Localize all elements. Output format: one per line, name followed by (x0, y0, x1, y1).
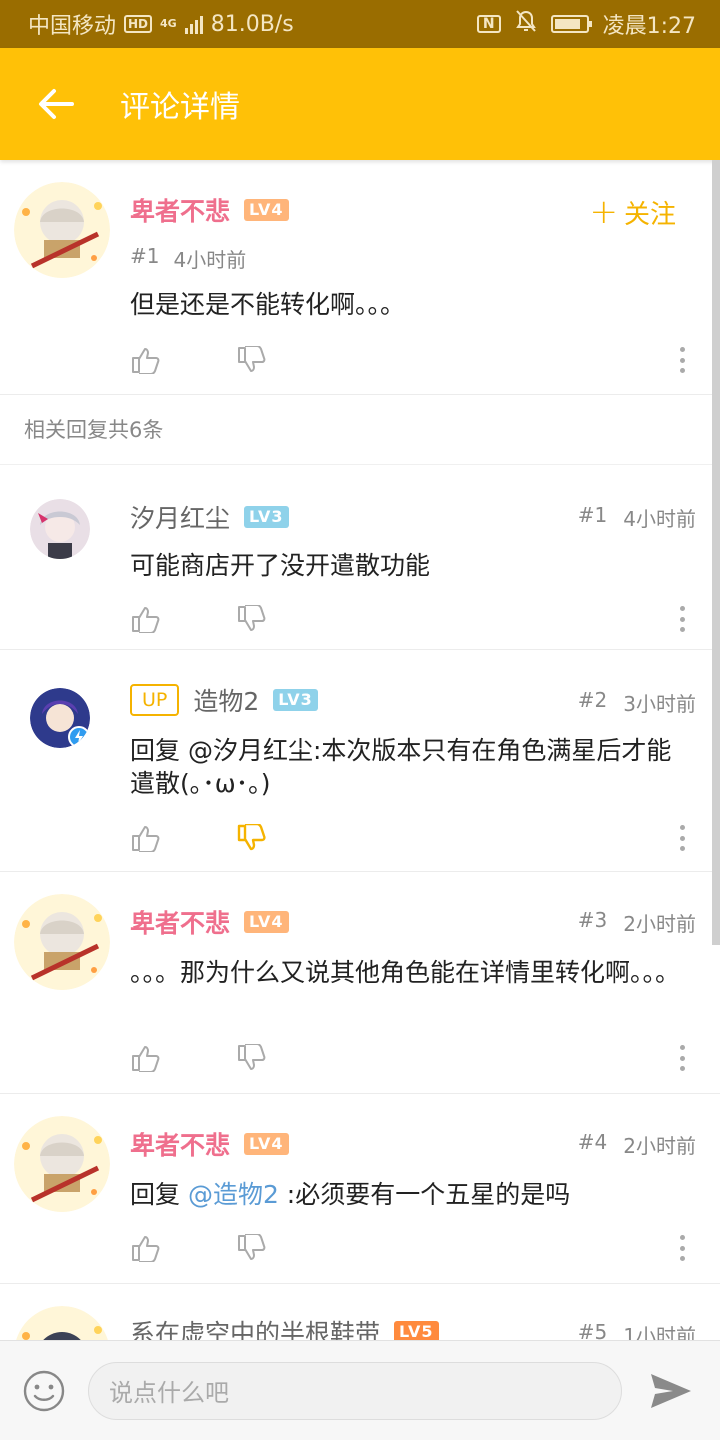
dislike-button[interactable] (236, 1232, 268, 1264)
thumbs-down-icon (238, 1234, 266, 1260)
comment-text: 回复 @汐月红尘:本次版本只有在角色满星后才能遣散(｡･ω･｡) (130, 736, 672, 798)
send-icon (651, 1373, 691, 1408)
network-type: 4G (160, 17, 177, 30)
dislike-button[interactable] (236, 1042, 268, 1074)
author-name[interactable]: 卑者不悲 (130, 1126, 230, 1162)
more-options-icon[interactable] (672, 1232, 692, 1264)
follow-label: 关注 (623, 199, 676, 230)
comment-time: 2小时前 (623, 1134, 696, 1158)
floor-number: #1 (577, 503, 608, 527)
comment-text: 回复 @造物2 :必须要有一个五星的是吗 (130, 1178, 690, 1211)
reply-item: 汐月红尘 LV3 #1 4小时前 可能商店开了没开遣散功能 (0, 465, 720, 650)
emoji-button[interactable] (0, 1341, 88, 1440)
thumbs-up-icon (132, 826, 160, 852)
avatar[interactable] (30, 688, 90, 748)
dislike-button[interactable] (236, 603, 268, 635)
send-button[interactable] (622, 1341, 720, 1440)
comment-input[interactable]: 说点什么吧 (88, 1361, 622, 1420)
thumbs-up-icon (132, 1046, 160, 1072)
level-badge: LV3 (244, 506, 289, 528)
more-options-icon[interactable] (672, 1042, 692, 1074)
avatar[interactable] (14, 894, 110, 990)
level-badge: LV4 (244, 1133, 289, 1155)
thumbs-up-icon (132, 607, 160, 633)
floor-number: #4 (577, 1130, 608, 1154)
reply-item: 卑者不悲 LV4 #4 2小时前 回复 @造物2 :必须要有一个五星的是吗 (0, 1094, 720, 1284)
status-bar: 中国移动 HD 4G 81.0B/s N 凌晨1:27 (0, 0, 720, 48)
mute-bell-icon (515, 9, 537, 39)
comment-time: 4小时前 (623, 507, 696, 531)
author-name[interactable]: 造物2 (193, 682, 259, 718)
more-options-icon[interactable] (672, 822, 692, 854)
avatar[interactable] (14, 1116, 110, 1212)
network-speed: 81.0B/s (210, 11, 294, 37)
thumbs-up-icon (132, 1236, 160, 1262)
thumbs-up-icon (132, 348, 160, 374)
more-options-icon[interactable] (672, 344, 692, 376)
like-button[interactable] (130, 1232, 162, 1264)
battery-icon (550, 15, 592, 33)
level-badge: LV4 (244, 911, 289, 933)
carrier-label: 中国移动 (28, 14, 117, 39)
reply-prefix: 回复 (130, 1180, 188, 1209)
level-badge: LV5 (394, 1321, 439, 1340)
like-button[interactable] (130, 822, 162, 854)
scrollbar[interactable] (712, 160, 720, 945)
comment-text: 但是还是不能转化啊。。。 (130, 290, 406, 319)
main-comment: 卑者不悲 LV4 + 关注 #1 4小时前 但是还是不能转化啊。。。 (0, 160, 720, 395)
comment-input-bar: 说点什么吧 (0, 1340, 720, 1440)
floor-number: #5 (577, 1320, 608, 1340)
reply-item: UP 造物2 LV3 #2 3小时前 回复 @汐月红尘:本次版本只有在角色满星后… (0, 650, 720, 872)
comment-time: 3小时前 (623, 692, 696, 716)
author-name[interactable]: 卑者不悲 (130, 904, 230, 940)
follow-button[interactable]: + 关注 (589, 192, 676, 232)
like-button[interactable] (130, 344, 162, 376)
mention-link[interactable]: @造物2 (188, 1180, 279, 1209)
level-badge: LV3 (273, 689, 318, 711)
comment-text: 可能商店开了没开遣散功能 (130, 551, 431, 580)
author-name[interactable]: 汐月红尘 (130, 499, 230, 535)
back-button[interactable] (0, 48, 112, 160)
floor-number: #3 (577, 908, 608, 932)
comment-time: 4小时前 (173, 248, 247, 272)
author-name[interactable]: 系在虚空中的半根鞋带 (130, 1314, 380, 1340)
comment-list[interactable]: 卑者不悲 LV4 + 关注 #1 4小时前 但是还是不能转化啊。。。 相关回复共… (0, 160, 720, 1340)
thumbs-down-icon (238, 605, 266, 631)
plus-icon: + (589, 192, 618, 232)
avatar[interactable] (14, 1306, 110, 1340)
level-badge: LV4 (244, 199, 289, 221)
hd-indicator: HD (124, 15, 153, 33)
app-bar: 评论详情 (0, 48, 720, 160)
nfc-icon: N (476, 15, 501, 33)
clock: 凌晨1:27 (602, 14, 696, 39)
floor-number: #2 (577, 688, 608, 712)
comment-text: 。。。那为什么又说其他角色能在详情里转化啊。。。 (130, 958, 681, 987)
thumbs-down-icon (238, 1044, 266, 1070)
comment-time: 1小时前 (623, 1324, 696, 1340)
replies-count-label: 相关回复共6条 (0, 395, 720, 465)
more-options-icon[interactable] (672, 603, 692, 635)
arrow-left-icon (39, 89, 74, 119)
thumbs-down-icon (237, 824, 266, 851)
like-button[interactable] (130, 1042, 162, 1074)
reply-item: 卑者不悲 LV4 #3 2小时前 。。。那为什么又说其他角色能在详情里转化啊。。… (0, 872, 720, 1094)
up-badge: UP (130, 684, 180, 716)
signal-icon (184, 14, 203, 34)
avatar[interactable] (14, 182, 110, 278)
author-name[interactable]: 卑者不悲 (130, 192, 230, 228)
dislike-button[interactable] (236, 344, 268, 376)
dislike-button[interactable] (236, 822, 268, 854)
comment-time: 2小时前 (623, 912, 696, 936)
page-title: 评论详情 (120, 90, 240, 125)
thumbs-down-icon (238, 346, 266, 372)
reply-suffix: :必须要有一个五星的是吗 (278, 1180, 571, 1209)
like-button[interactable] (130, 603, 162, 635)
smiley-icon (23, 1370, 65, 1411)
verified-icon (68, 726, 90, 748)
floor-number: #1 (130, 244, 160, 268)
reply-item: 系在虚空中的半根鞋带 LV5 #5 1小时前 (0, 1284, 720, 1340)
avatar[interactable] (30, 499, 90, 559)
